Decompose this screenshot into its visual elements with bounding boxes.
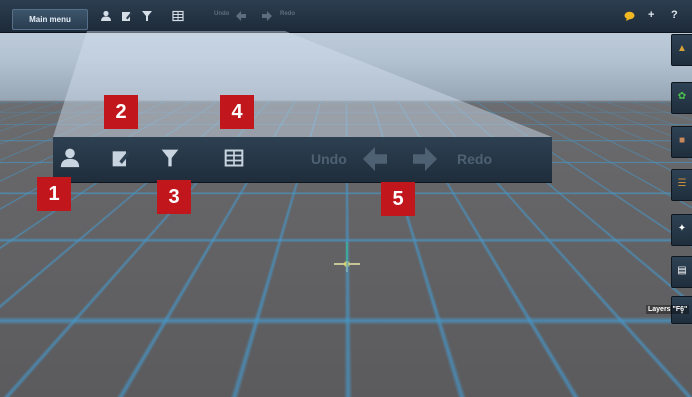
side-panel: ▲ ✿ ■ ☰ ✦ ▤ • — [671, 34, 692, 334]
add-button[interactable]: + — [648, 9, 654, 21]
user-icon[interactable] — [100, 10, 112, 22]
viewport-3d[interactable] — [0, 0, 692, 397]
side-button-objects[interactable]: ■ — [671, 126, 692, 158]
vegetation-icon: ✿ — [675, 91, 689, 103]
marker-2: 2 — [104, 95, 138, 129]
redo-label[interactable]: Redo — [280, 11, 295, 17]
arrow-left-icon[interactable] — [236, 11, 246, 21]
side-button-layers[interactable]: ▤ — [671, 256, 692, 288]
side-button-terrain[interactable]: ▲ — [671, 34, 692, 66]
marker-1: 1 — [37, 177, 71, 211]
arrow-right-icon[interactable] — [262, 11, 272, 21]
undo-label[interactable]: Undo — [214, 11, 229, 17]
side-button-tools[interactable]: ✦ — [671, 214, 692, 246]
transform-gizmo[interactable] — [330, 240, 364, 274]
layers-icon: ▤ — [675, 265, 689, 277]
terrain-icon: ▲ — [675, 43, 689, 55]
layers-tooltip: Layers "F6" — [646, 305, 689, 314]
table-icon[interactable] — [172, 10, 184, 22]
comment-icon[interactable] — [624, 11, 635, 21]
side-button-vegetation[interactable]: ✿ — [671, 82, 692, 114]
edit-icon[interactable] — [121, 10, 133, 22]
filter-icon[interactable] — [141, 10, 153, 22]
wrench-icon: ✦ — [675, 223, 689, 235]
objects-icon: ■ — [675, 135, 689, 147]
main-menu-button[interactable]: Main menu — [12, 9, 88, 30]
marker-4: 4 — [220, 95, 254, 129]
marker-3: 3 — [157, 180, 191, 214]
marker-5: 5 — [381, 182, 415, 216]
side-button-ladder[interactable]: ☰ — [671, 169, 692, 201]
help-button[interactable]: ? — [671, 9, 678, 21]
top-toolbar: Main menu Undo Redo + ? — [0, 0, 692, 33]
ladder-icon: ☰ — [675, 178, 689, 190]
